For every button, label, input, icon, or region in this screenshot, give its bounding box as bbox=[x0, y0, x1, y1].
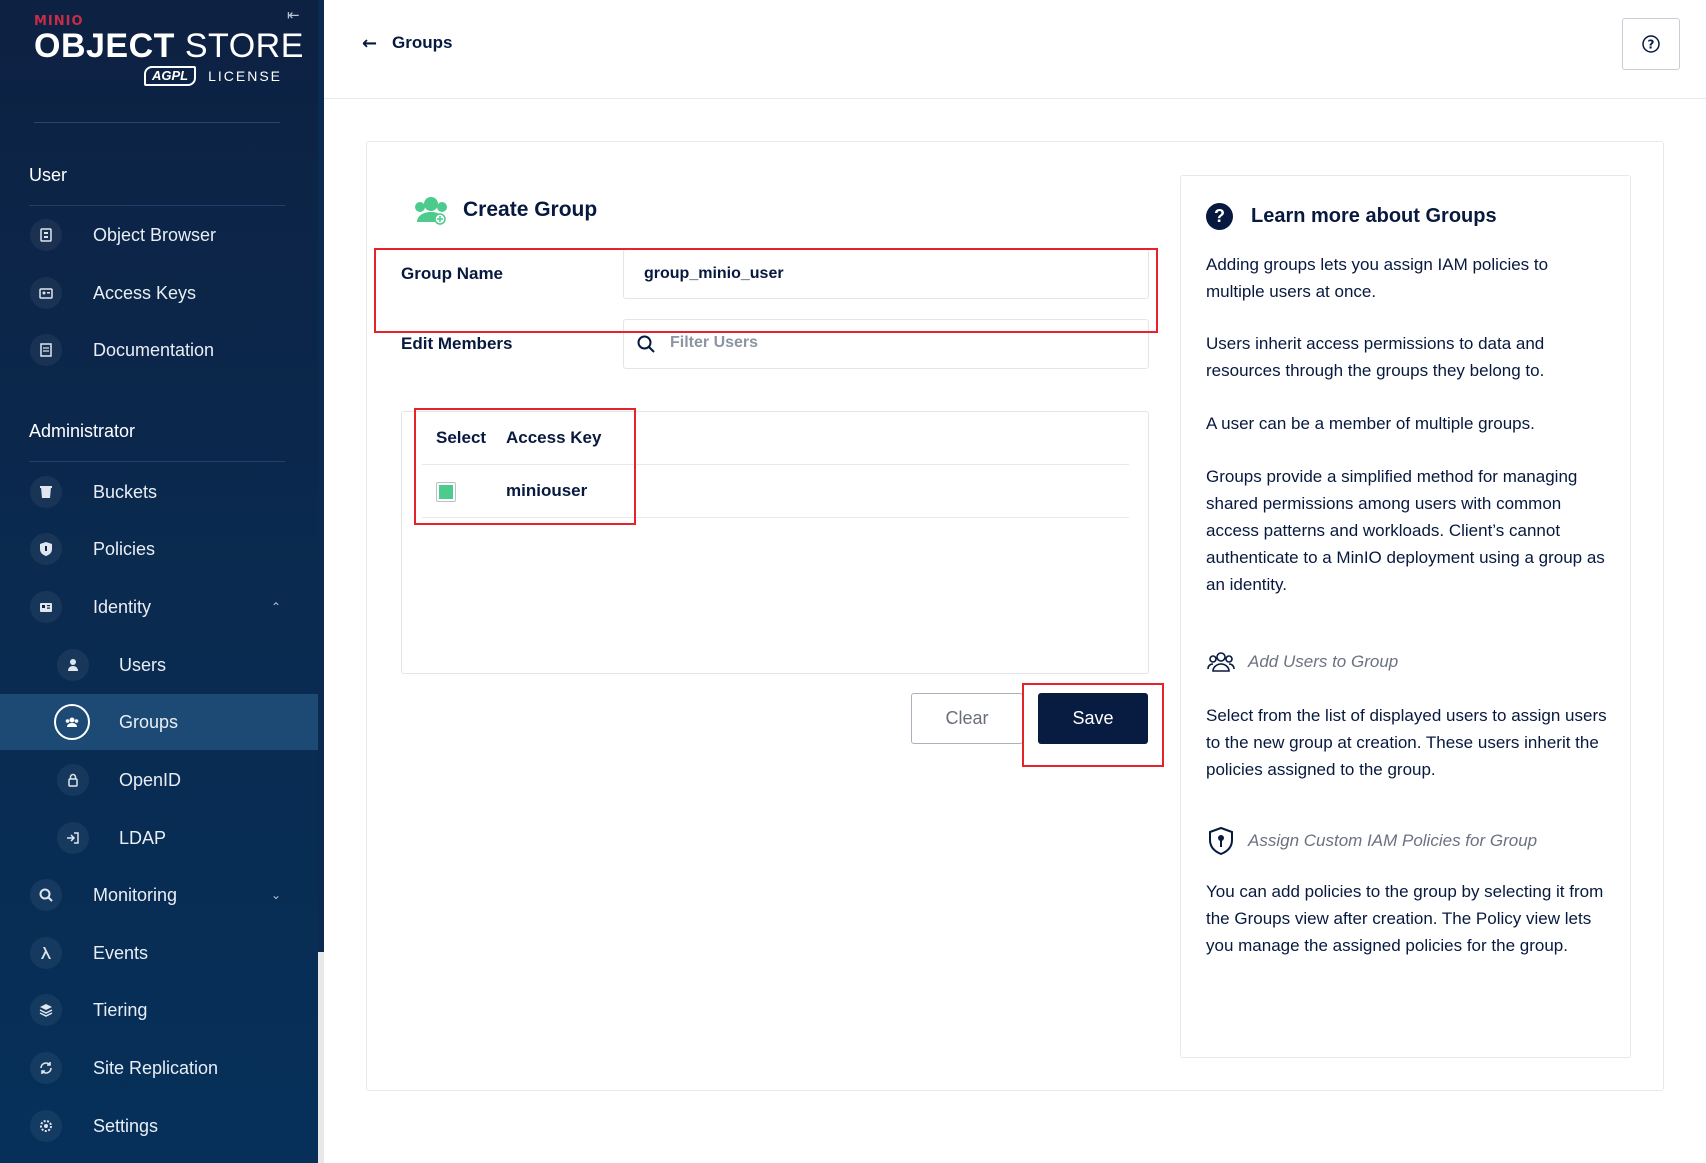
access-keys-icon bbox=[30, 277, 62, 309]
divider bbox=[29, 205, 285, 206]
link-text: Assign Custom IAM Policies for Group bbox=[1248, 831, 1538, 850]
nav-label: OpenID bbox=[119, 769, 182, 790]
top-bar: ← Groups ? bbox=[324, 0, 1706, 99]
nav-buckets[interactable]: Buckets bbox=[0, 464, 318, 520]
agpl-badge: AGPL bbox=[143, 66, 197, 86]
help-paragraph: You can add policies to the group by sel… bbox=[1206, 882, 1604, 955]
help-icon: ? bbox=[1642, 35, 1660, 53]
highlight-box bbox=[1022, 683, 1164, 767]
section-administrator: Administrator bbox=[29, 421, 136, 441]
nav-label: Access Keys bbox=[93, 282, 197, 303]
groups-icon bbox=[54, 704, 90, 740]
nav-settings[interactable]: Settings bbox=[0, 1098, 318, 1154]
openid-icon bbox=[57, 764, 89, 796]
documentation-icon bbox=[30, 334, 62, 366]
nav-label: Buckets bbox=[93, 481, 158, 502]
nav-label: Users bbox=[119, 654, 167, 675]
identity-icon bbox=[30, 591, 62, 623]
tiering-icon bbox=[30, 994, 62, 1026]
question-icon: ? bbox=[1206, 203, 1233, 230]
ldap-icon bbox=[57, 822, 89, 854]
nav-label: Object Browser bbox=[93, 224, 217, 245]
nav-label: Policies bbox=[93, 538, 156, 559]
nav-openid[interactable]: OpenID bbox=[0, 752, 318, 808]
nav-identity[interactable]: Identity ⌃ bbox=[0, 579, 318, 635]
help-panel: ? Learn more about Groups Adding groups … bbox=[1180, 175, 1631, 1058]
nav-groups[interactable]: Groups bbox=[0, 694, 318, 750]
assign-custom-policies-link[interactable]: Assign Custom IAM Policies for Group bbox=[1206, 826, 1537, 856]
collapse-sidebar-icon[interactable]: ⇤ bbox=[287, 6, 305, 24]
link-text: Add Users to Group bbox=[1248, 652, 1399, 671]
chevron-down-icon[interactable]: ⌄ bbox=[268, 887, 284, 903]
scrollbar-thumb[interactable] bbox=[318, 0, 324, 952]
breadcrumb-groups[interactable]: Groups bbox=[392, 33, 452, 53]
users-group-icon bbox=[1207, 652, 1235, 672]
edit-members-label: Edit Members bbox=[401, 334, 513, 353]
sidebar: ⇤ MINIO OBJECT STORE AGPL LICENSE User O… bbox=[0, 0, 322, 1163]
nav-documentation[interactable]: Documentation bbox=[0, 322, 318, 378]
nav-site-replication[interactable]: Site Replication bbox=[0, 1040, 318, 1096]
nav-policies[interactable]: Policies bbox=[0, 521, 318, 577]
users-icon bbox=[57, 649, 89, 681]
nav-label: Events bbox=[93, 942, 149, 963]
nav-access-keys[interactable]: Access Keys bbox=[0, 265, 318, 321]
policies-icon bbox=[30, 533, 62, 565]
settings-icon bbox=[30, 1110, 62, 1142]
nav-label: Identity bbox=[93, 596, 152, 617]
logo-minio: MINIO bbox=[34, 14, 84, 29]
divider bbox=[34, 122, 280, 123]
object-browser-icon bbox=[30, 219, 62, 251]
nav-users[interactable]: Users bbox=[0, 637, 318, 693]
nav-label: Monitoring bbox=[93, 884, 178, 905]
site-replication-icon bbox=[30, 1052, 62, 1084]
help-paragraph: Users inherit access permissions to data… bbox=[1206, 334, 1545, 380]
divider bbox=[29, 461, 285, 462]
logo-title: OBJECT STORE bbox=[34, 27, 304, 65]
nav-events[interactable]: Events bbox=[0, 925, 318, 981]
page-title: Create Group bbox=[463, 198, 598, 221]
nav-label: LDAP bbox=[119, 827, 167, 848]
chevron-up-icon[interactable]: ⌃ bbox=[268, 599, 284, 615]
nav-tiering[interactable]: Tiering bbox=[0, 982, 318, 1038]
add-users-to-group-link[interactable]: Add Users to Group bbox=[1206, 647, 1398, 677]
help-paragraph: A user can be a member of multiple group… bbox=[1206, 414, 1535, 433]
logo: MINIO OBJECT STORE AGPL LICENSE bbox=[34, 14, 304, 86]
lambda-icon bbox=[30, 937, 62, 969]
create-group-card: Create Group Group Name group_minio_user… bbox=[366, 141, 1664, 1091]
nav-ldap[interactable]: LDAP bbox=[0, 810, 318, 866]
filter-placeholder: Filter Users bbox=[670, 334, 759, 351]
help-button[interactable]: ? bbox=[1622, 18, 1680, 70]
help-paragraph: Groups provide a simplified method for m… bbox=[1206, 467, 1605, 594]
nav-label: Documentation bbox=[93, 339, 215, 360]
help-paragraph: Select from the list of displayed users … bbox=[1206, 706, 1607, 779]
search-icon bbox=[637, 335, 655, 353]
create-group-icon bbox=[415, 197, 447, 225]
monitoring-icon bbox=[30, 879, 62, 911]
help-paragraph: Adding groups lets you assign IAM polici… bbox=[1206, 255, 1549, 301]
license-label: LICENSE bbox=[208, 68, 282, 84]
back-arrow-icon[interactable]: ← bbox=[362, 33, 377, 54]
help-title-text: Learn more about Groups bbox=[1251, 205, 1497, 227]
svg-text:?: ? bbox=[1648, 38, 1655, 52]
nav-object-browser[interactable]: Object Browser bbox=[0, 207, 318, 263]
nav-label: Site Replication bbox=[93, 1057, 219, 1078]
form-title: Create Group bbox=[413, 194, 597, 226]
buckets-icon bbox=[30, 476, 62, 508]
highlight-box bbox=[414, 408, 636, 525]
nav-label: Groups bbox=[119, 711, 179, 732]
nav-monitoring[interactable]: Monitoring ⌄ bbox=[0, 867, 318, 923]
section-user: User bbox=[29, 165, 68, 185]
sidebar-scrollbar[interactable] bbox=[318, 0, 324, 1163]
clear-button[interactable]: Clear bbox=[911, 693, 1023, 744]
nav-label: Tiering bbox=[93, 999, 148, 1020]
help-title: ? Learn more about Groups bbox=[1206, 203, 1497, 230]
nav-label: Settings bbox=[93, 1115, 159, 1136]
highlight-box bbox=[374, 248, 1158, 333]
shield-icon bbox=[1209, 826, 1233, 856]
